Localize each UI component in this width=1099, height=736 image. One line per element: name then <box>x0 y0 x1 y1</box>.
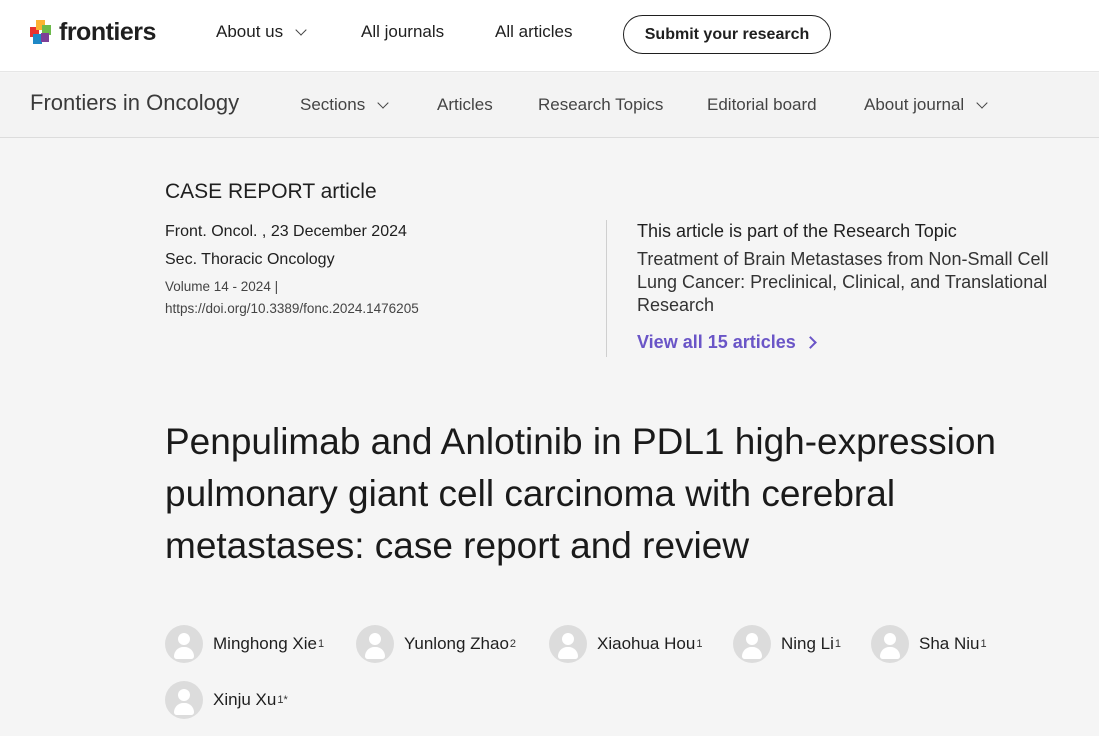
journal-header: Frontiers in Oncology Sections Articles … <box>0 73 1099 138</box>
view-all-articles-label: View all 15 articles <box>637 332 796 352</box>
chevron-down-icon <box>976 96 988 109</box>
journal-nav-articles-label: Articles <box>437 95 493 114</box>
nav-all-journals[interactable]: All journals <box>361 22 444 42</box>
site-header: frontiers About us All journals All arti… <box>0 0 1099 72</box>
nav-all-journals-label: All journals <box>361 22 445 41</box>
submit-research-button[interactable]: Submit your research <box>623 15 831 54</box>
nav-all-articles[interactable]: All articles <box>495 22 572 42</box>
avatar-icon <box>165 681 203 719</box>
avatar-icon <box>549 625 587 663</box>
author-item[interactable]: Xiaohua Hou 1 <box>549 625 702 663</box>
author-affiliation: 1 <box>980 638 987 650</box>
chevron-right-icon <box>803 336 817 349</box>
journal-name[interactable]: Frontiers in Oncology <box>30 90 239 116</box>
author-name: Sha Niu <box>919 634 980 653</box>
view-all-articles-link[interactable]: View all 15 articles <box>637 332 817 353</box>
author-name: Minghong Xie <box>213 634 317 653</box>
avatar-icon <box>356 625 394 663</box>
article-type: CASE REPORT article <box>165 180 377 203</box>
journal-nav-about-journal-label: About journal <box>864 95 965 114</box>
author-name: Xiaohua Hou <box>597 634 696 653</box>
research-topic-title[interactable]: Treatment of Brain Metastases from Non-S… <box>637 248 1057 317</box>
author-item[interactable]: Sha Niu 1 <box>871 625 987 663</box>
author-name: Xinju Xu <box>213 690 277 709</box>
volume: Volume 14 - 2024 | <box>165 279 279 294</box>
journal-nav-sections-label: Sections <box>300 95 366 114</box>
author-item[interactable]: Yunlong Zhao 2 <box>356 625 516 663</box>
research-topic-label: This article is part of the Research Top… <box>637 221 957 241</box>
chevron-down-icon <box>295 23 307 36</box>
journal-nav-research-topics[interactable]: Research Topics <box>538 95 663 115</box>
frontiers-logo-icon <box>30 20 51 44</box>
divider <box>606 220 607 357</box>
nav-all-articles-label: All articles <box>495 22 573 41</box>
author-name: Ning Li <box>781 634 834 653</box>
frontiers-logo[interactable]: frontiers <box>30 17 156 47</box>
journal-nav-sections[interactable]: Sections <box>300 95 389 115</box>
chevron-down-icon <box>377 96 389 109</box>
article-section[interactable]: Sec. Thoracic Oncology <box>165 251 335 269</box>
author-affiliation: 1 <box>696 638 703 650</box>
author-affiliation: 1 <box>317 638 325 650</box>
nav-about-us[interactable]: About us <box>216 22 307 42</box>
avatar-icon <box>871 625 909 663</box>
nav-about-us-label: About us <box>216 22 284 41</box>
author-item[interactable]: Ning Li 1 <box>733 625 841 663</box>
journal-nav-research-topics-label: Research Topics <box>538 95 664 114</box>
author-affiliation: 1 <box>834 638 842 650</box>
author-item[interactable]: Minghong Xie 1 <box>165 625 324 663</box>
author-item[interactable]: Xinju Xu 1* <box>165 681 288 719</box>
logo-text: frontiers <box>59 17 156 46</box>
avatar-icon <box>733 625 771 663</box>
article-title: Penpulimab and Anlotinib in PDL1 high-ex… <box>165 421 996 566</box>
author-affiliation: 1* <box>277 694 288 706</box>
journal-date: Front. Oncol. , 23 December 2024 <box>165 223 407 240</box>
journal-nav-articles[interactable]: Articles <box>437 95 493 115</box>
avatar-icon <box>165 625 203 663</box>
journal-nav-editorial-board-label: Editorial board <box>707 95 817 114</box>
doi-link[interactable]: https://doi.org/10.3389/fonc.2024.147620… <box>165 301 419 316</box>
journal-nav-editorial-board[interactable]: Editorial board <box>707 95 817 115</box>
author-name: Yunlong Zhao <box>404 634 509 653</box>
author-affiliation: 2 <box>509 638 517 650</box>
journal-nav-about-journal[interactable]: About journal <box>864 95 988 115</box>
